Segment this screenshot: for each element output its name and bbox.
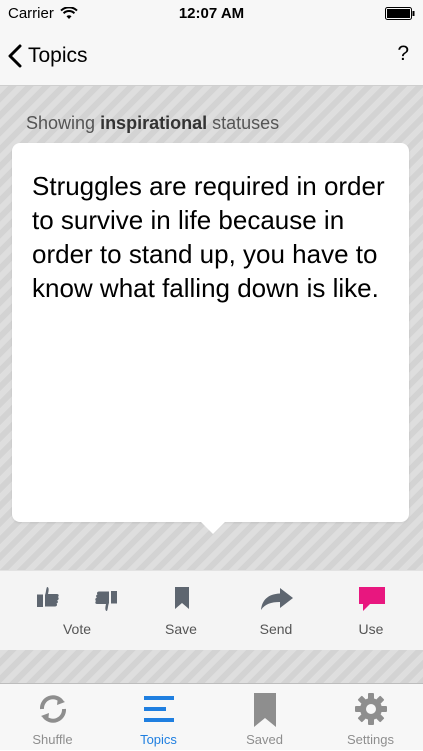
tab-topics-label: Topics: [140, 732, 177, 747]
status-time: 12:07 AM: [178, 5, 245, 22]
help-button[interactable]: ?: [397, 42, 409, 66]
battery-icon: [385, 7, 415, 20]
vote-label: Vote: [62, 621, 92, 637]
showing-prefix: Showing: [26, 113, 96, 133]
tab-shuffle[interactable]: Shuffle: [0, 684, 105, 751]
shuffle-icon: [39, 695, 66, 723]
content-area: Showing inspirational statuses Struggles…: [0, 86, 423, 570]
showing-topic: inspirational: [100, 113, 208, 133]
quote-text: Struggles are required in order to survi…: [32, 171, 385, 303]
tab-shuffle-label: Shuffle: [32, 732, 73, 747]
save-label[interactable]: Save: [141, 621, 221, 637]
showing-suffix: statuses: [212, 113, 280, 133]
tab-settings[interactable]: Settings: [318, 684, 423, 751]
back-label: Topics: [28, 44, 88, 67]
speech-bubble-icon[interactable]: [358, 586, 386, 612]
thumbs-up-icon[interactable]: [36, 586, 60, 612]
status-bar: Carrier 12:07 AM: [0, 0, 423, 28]
tab-bar: Shuffle Topics Saved Settings: [0, 683, 423, 750]
topics-icon: [143, 696, 174, 722]
thumbs-down-icon[interactable]: [94, 586, 118, 612]
back-button[interactable]: Topics: [8, 40, 88, 72]
send-label[interactable]: Send: [236, 621, 316, 637]
tab-settings-label: Settings: [347, 732, 394, 747]
tab-topics[interactable]: Topics: [106, 684, 211, 751]
showing-caption: Showing inspirational statuses: [26, 113, 279, 134]
gear-icon: [354, 693, 387, 725]
tab-saved-label: Saved: [246, 732, 283, 747]
bookmark-icon[interactable]: [174, 586, 190, 610]
tab-saved[interactable]: Saved: [212, 684, 317, 751]
action-bar: Vote Save Send Use: [0, 570, 423, 650]
use-label[interactable]: Use: [331, 621, 411, 637]
status-card: Struggles are required in order to survi…: [12, 143, 409, 534]
stripe-divider: [0, 650, 423, 683]
chevron-left-icon: [8, 44, 22, 68]
share-arrow-icon[interactable]: [260, 587, 294, 611]
nav-bar: Topics ?: [0, 28, 423, 86]
bookmark-icon: [253, 693, 276, 727]
